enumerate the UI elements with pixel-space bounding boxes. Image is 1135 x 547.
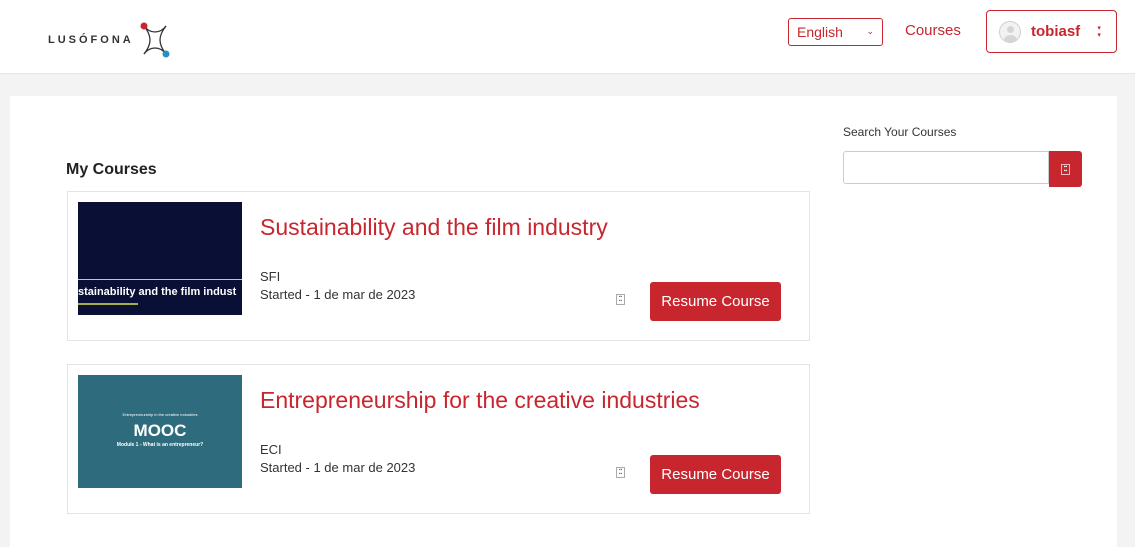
thumb-accent	[78, 303, 138, 305]
language-select-value: English	[797, 24, 843, 40]
nav-courses-link[interactable]: Courses	[905, 22, 961, 39]
course-thumbnail[interactable]: stainability and the film indust	[78, 202, 242, 315]
course-card: Entrepreneurship in the creative industr…	[67, 364, 810, 514]
thumb-divider	[78, 279, 242, 280]
username: tobiasf	[1031, 23, 1081, 40]
thumb-module: Module 1 - What is an entrepreneur?	[116, 442, 204, 448]
language-select[interactable]: English ⌄	[788, 18, 883, 46]
course-start-date: Started - 1 de mar de 2023	[260, 460, 416, 475]
course-code: SFI	[260, 269, 281, 284]
chevron-down-icon: ▾ ▾	[1097, 24, 1101, 39]
avatar	[999, 20, 1021, 43]
page-title: My Courses	[66, 161, 157, 178]
logo-mark-icon	[140, 22, 170, 58]
user-menu-button[interactable]: tobiasf ▾ ▾	[986, 10, 1117, 53]
calendar-icon: ▪▪ ▪▪	[616, 467, 625, 478]
thumb-text: stainability and the film indust	[78, 286, 237, 298]
search-icon: ▪▪ ▪▪	[1061, 163, 1070, 175]
course-thumbnail[interactable]: Entrepreneurship in the creative industr…	[78, 375, 242, 488]
calendar-icon: ▪▪ ▪▪	[616, 294, 625, 305]
chevron-down-icon: ⌄	[866, 26, 874, 36]
resume-course-button[interactable]: Resume Course	[650, 455, 781, 494]
course-card: stainability and the film indust Sustain…	[67, 191, 810, 341]
search-button[interactable]: ▪▪ ▪▪	[1049, 151, 1082, 187]
course-code: ECI	[260, 442, 282, 457]
course-start-date: Started - 1 de mar de 2023	[260, 287, 416, 302]
course-title[interactable]: Entrepreneurship for the creative indust…	[260, 387, 700, 414]
course-title[interactable]: Sustainability and the film industry	[260, 214, 608, 241]
logo-text: LUSÓFONA	[48, 34, 134, 46]
search-label: Search Your Courses	[843, 125, 957, 139]
thumb-title: MOOC	[133, 421, 187, 440]
top-header: LUSÓFONA English ⌄ Courses tobiasf ▾ ▾	[0, 0, 1135, 74]
thumb-subtitle: Entrepreneurship in the creative industr…	[122, 412, 198, 417]
resume-course-button[interactable]: Resume Course	[650, 282, 781, 321]
lusofona-logo[interactable]: LUSÓFONA	[48, 20, 172, 60]
search-input[interactable]	[843, 151, 1049, 184]
